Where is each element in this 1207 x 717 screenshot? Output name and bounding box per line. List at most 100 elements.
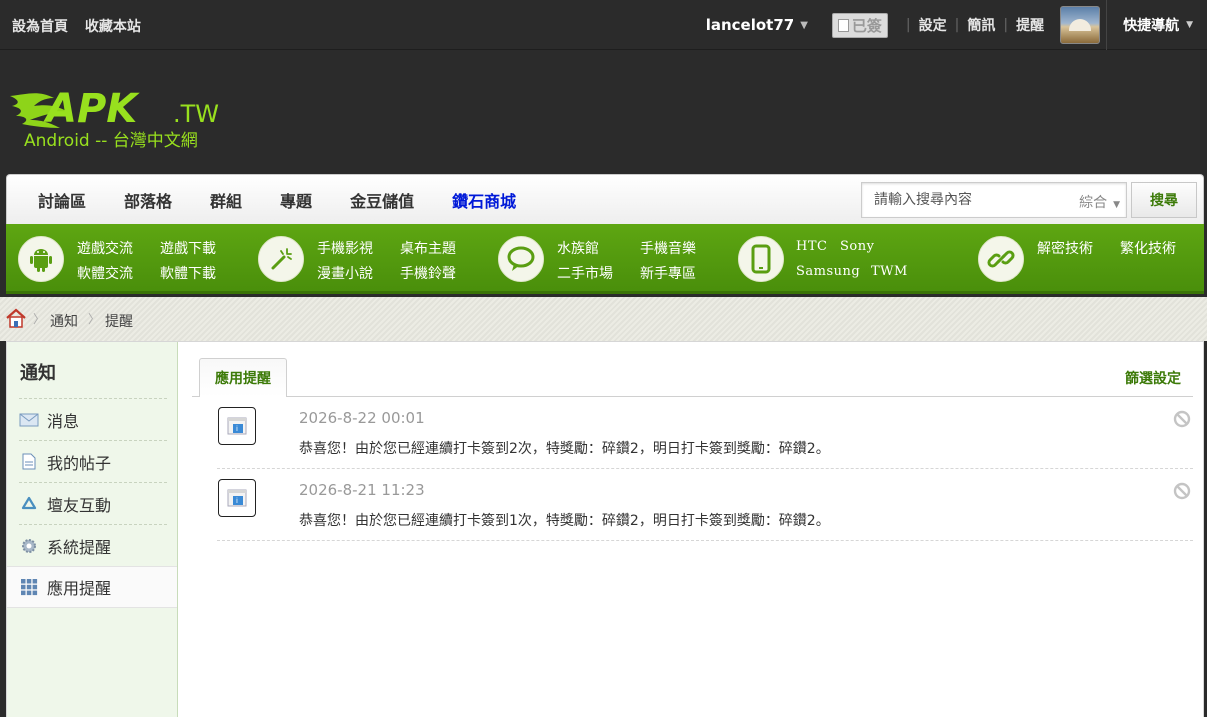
category-link[interactable]: 桌布主題 bbox=[400, 238, 456, 258]
sidebar-item-messages[interactable]: 消息 bbox=[19, 398, 167, 440]
category-link[interactable]: HTC bbox=[796, 239, 827, 254]
breadcrumb-separator-icon: 〉 bbox=[33, 312, 46, 326]
messages-link[interactable]: 簡訊 bbox=[967, 15, 995, 35]
delete-icon[interactable] bbox=[1173, 410, 1191, 432]
logo-suffix-text: .TW bbox=[173, 100, 219, 128]
top-right-links: lancelot77 ▼ 已簽 | 設定 | 簡訊 | 提醒 快捷導航 ▼ bbox=[706, 0, 1207, 50]
sidebar-item-my-posts[interactable]: 我的帖子 bbox=[19, 440, 167, 482]
sidebar-item-label: 系統提醒 bbox=[47, 537, 112, 557]
sidebar-item-interactions[interactable]: 壇友互動 bbox=[19, 482, 167, 524]
filter-settings-link[interactable]: 篩選設定 bbox=[1125, 368, 1181, 388]
logo-main-text: APK bbox=[43, 86, 140, 132]
site-logo[interactable]: APK .TW Android -- 台灣中文網 bbox=[8, 86, 223, 156]
app-notice-icon: i bbox=[218, 407, 256, 445]
sidebar-item-system[interactable]: 系統提醒 bbox=[19, 524, 167, 566]
settings-link[interactable]: 設定 bbox=[919, 15, 947, 35]
content-area: 通知 消息 我的帖子 壇友互動 系統提醒 應用提醒 應用提醒 篩選設定 i 20… bbox=[6, 341, 1204, 717]
search-button[interactable]: 搜尋 bbox=[1131, 182, 1197, 218]
category-group: 遊戲交流 遊戲下載 軟體交流 軟體下載 bbox=[18, 224, 248, 294]
nav-item-group[interactable]: 群組 bbox=[210, 188, 242, 212]
divider: | bbox=[905, 17, 911, 33]
nav-item-topic[interactable]: 專題 bbox=[280, 188, 312, 212]
divider: | bbox=[1003, 17, 1009, 33]
search-box: 綜合 ▼ bbox=[861, 182, 1127, 218]
reminders-link[interactable]: 提醒 bbox=[1016, 15, 1044, 35]
user-caret-icon[interactable]: ▼ bbox=[800, 20, 808, 31]
sidebar-title: 通知 bbox=[20, 363, 56, 384]
username-link[interactable]: lancelot77 bbox=[706, 16, 795, 34]
category-link[interactable]: 遊戲下載 bbox=[160, 238, 216, 258]
category-group: 手機影視 桌布主題 漫畫小說 手機鈴聲 bbox=[258, 224, 488, 294]
sidebar-item-label: 應用提醒 bbox=[47, 579, 112, 598]
notice-item: i 2026-8-21 11:23 恭喜您！由於您已經連續打卡簽到1次，特獎勵：… bbox=[217, 469, 1193, 541]
search-category-label: 綜合 bbox=[1079, 195, 1108, 211]
app-grid-icon bbox=[19, 577, 39, 597]
notice-item: i 2026-8-22 00:01 恭喜您！由於您已經連續打卡簽到2次，特獎勵：… bbox=[217, 397, 1193, 469]
nav-item-forum[interactable]: 討論區 bbox=[38, 188, 86, 212]
breadcrumb-item[interactable]: 通知 bbox=[50, 311, 78, 331]
notice-date: 2026-8-21 11:23 bbox=[299, 481, 425, 499]
avatar[interactable] bbox=[1060, 6, 1101, 44]
category-group: 水族館 手機音樂 二手市場 新手專區 bbox=[498, 224, 728, 294]
delete-icon[interactable] bbox=[1173, 482, 1191, 504]
breadcrumb-item[interactable]: 提醒 bbox=[105, 311, 133, 331]
category-link[interactable]: Samsung bbox=[796, 264, 860, 279]
nav-item-gold-topup[interactable]: 金豆儲值 bbox=[350, 188, 414, 212]
phone-icon bbox=[738, 236, 784, 282]
breadcrumb: 〉 通知 〉 提醒 bbox=[0, 297, 1207, 341]
envelope-icon bbox=[19, 410, 39, 430]
nav-item-diamond-mall[interactable]: 鑽石商城 bbox=[452, 188, 516, 212]
category-link[interactable]: 水族館 bbox=[557, 238, 599, 258]
signed-in-button[interactable]: 已簽 bbox=[831, 12, 888, 38]
chevron-down-icon: ▼ bbox=[1186, 20, 1193, 30]
quick-nav-button[interactable]: 快捷導航 ▼ bbox=[1106, 0, 1207, 50]
nav-item-blog[interactable]: 部落格 bbox=[124, 188, 172, 212]
android-icon bbox=[18, 236, 64, 282]
link-icon bbox=[978, 236, 1024, 282]
set-home-link[interactable]: 設為首頁 bbox=[12, 19, 68, 35]
top-left-links: 設為首頁 收藏本站 bbox=[12, 16, 153, 36]
notice-text: 恭喜您！由於您已經連續打卡簽到2次，特獎勵：碎鑽2，明日打卡簽到獎勵：碎鑽2。 bbox=[299, 441, 830, 457]
category-link[interactable]: 手機影視 bbox=[317, 238, 373, 258]
category-group: HTC Sony Samsung TWM bbox=[738, 224, 968, 294]
app-notice-icon: i bbox=[218, 479, 256, 517]
category-link[interactable]: 軟體下載 bbox=[160, 263, 216, 283]
calendar-icon bbox=[837, 18, 849, 32]
category-link[interactable]: 軟體交流 bbox=[77, 263, 133, 283]
category-link[interactable]: TWM bbox=[871, 264, 908, 279]
category-link[interactable]: 解密技術 bbox=[1037, 238, 1093, 258]
nav-items: 討論區 部落格 群組 專題 金豆儲值 鑽石商城 bbox=[19, 175, 535, 225]
main-nav: 討論區 部落格 群組 專題 金豆儲值 鑽石商城 綜合 ▼ 搜尋 bbox=[6, 174, 1204, 224]
home-icon[interactable] bbox=[5, 308, 27, 332]
sidebar-item-label: 消息 bbox=[47, 411, 80, 431]
category-link[interactable]: 新手專區 bbox=[640, 263, 696, 283]
category-bar: 遊戲交流 遊戲下載 軟體交流 軟體下載 手機影視 桌布主題 漫畫小說 手機鈴聲 … bbox=[6, 224, 1204, 294]
category-link[interactable]: 手機鈴聲 bbox=[400, 263, 456, 283]
notice-date: 2026-8-22 00:01 bbox=[299, 409, 425, 427]
tab-app-reminders[interactable]: 應用提醒 bbox=[199, 358, 287, 397]
magic-wand-icon bbox=[258, 236, 304, 282]
breadcrumb-separator-icon: 〉 bbox=[88, 312, 101, 326]
gear-icon bbox=[19, 536, 39, 556]
category-link[interactable]: 手機音樂 bbox=[640, 238, 696, 258]
quick-nav-label: 快捷導航 bbox=[1123, 18, 1180, 34]
search-category-select[interactable]: 綜合 ▼ bbox=[1079, 192, 1120, 212]
search-input[interactable] bbox=[862, 183, 1052, 217]
bookmark-link[interactable]: 收藏本站 bbox=[85, 19, 141, 35]
logo-sub-text: Android -- 台灣中文網 bbox=[24, 131, 198, 151]
sidebar-item-app-reminders[interactable]: 應用提醒 bbox=[7, 566, 177, 608]
svg-text:i: i bbox=[236, 425, 238, 433]
category-link[interactable]: 遊戲交流 bbox=[77, 238, 133, 258]
recycle-icon bbox=[19, 494, 39, 514]
category-link[interactable]: Sony bbox=[840, 239, 874, 254]
top-bar: 設為首頁 收藏本站 lancelot77 ▼ 已簽 | 設定 | 簡訊 | 提醒… bbox=[0, 0, 1207, 50]
category-link[interactable]: 漫畫小說 bbox=[317, 263, 373, 283]
category-link[interactable]: 繁化技術 bbox=[1120, 238, 1176, 258]
chevron-down-icon: ▼ bbox=[1113, 200, 1120, 210]
notice-panel: 應用提醒 篩選設定 i 2026-8-22 00:01 恭喜您！由於您已經連續打… bbox=[178, 342, 1203, 717]
signed-label: 已簽 bbox=[851, 16, 882, 35]
sidebar: 通知 消息 我的帖子 壇友互動 系統提醒 應用提醒 bbox=[7, 342, 178, 717]
category-group: 解密技術 繁化技術 bbox=[978, 224, 1200, 294]
svg-text:i: i bbox=[236, 497, 238, 505]
category-link[interactable]: 二手市場 bbox=[557, 263, 613, 283]
